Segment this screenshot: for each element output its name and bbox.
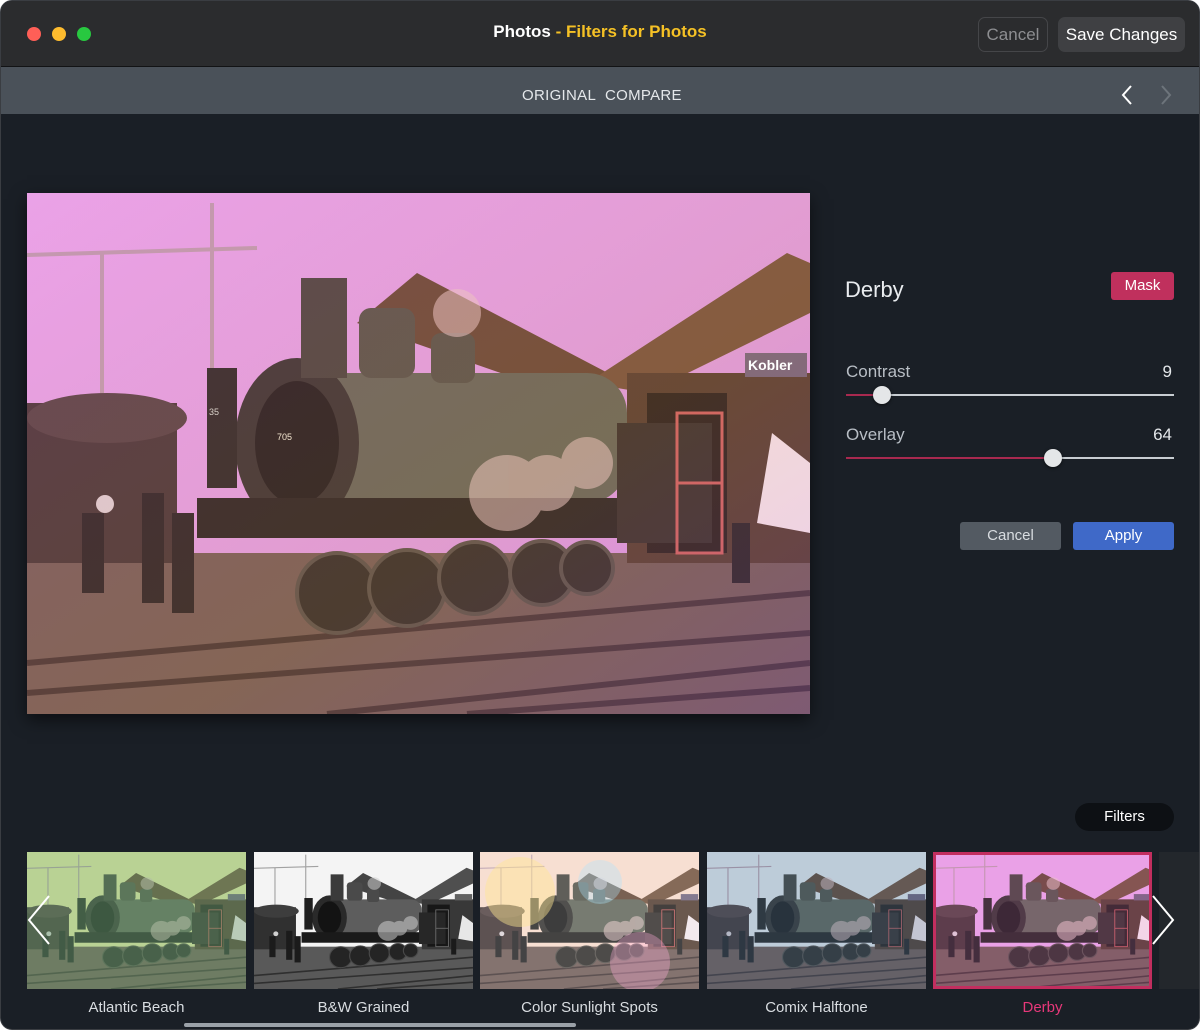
main-photo: 705 Kobler 35 bbox=[27, 193, 810, 714]
compare-bar: ORIGINAL COMPARE bbox=[1, 67, 1199, 114]
thumbnail-image bbox=[27, 852, 246, 989]
extension-name: Filters for Photos bbox=[565, 22, 707, 41]
mask-button[interactable]: Mask bbox=[1111, 272, 1174, 300]
thumbnail-bw-grained[interactable] bbox=[254, 852, 473, 989]
horizontal-scrollbar[interactable] bbox=[184, 1023, 576, 1027]
thumbnail-derby[interactable] bbox=[933, 852, 1152, 989]
contrast-value: 9 bbox=[1162, 362, 1172, 381]
thumbnail-image bbox=[707, 852, 926, 989]
thumbnail-comix-halftone[interactable] bbox=[707, 852, 926, 989]
chevron-left-icon[interactable] bbox=[1120, 84, 1134, 106]
contrast-label: Contrast bbox=[846, 362, 911, 381]
chevron-right-icon[interactable] bbox=[1159, 84, 1173, 106]
original-toggle[interactable]: ORIGINAL bbox=[522, 87, 596, 104]
photo-image: 705 Kobler 35 bbox=[27, 193, 810, 714]
thumbnail-color-sunlight-spots[interactable] bbox=[480, 852, 699, 989]
chevron-left-icon[interactable] bbox=[27, 894, 51, 946]
overlay-slider[interactable] bbox=[846, 449, 1174, 467]
filter-name: Derby bbox=[845, 277, 904, 302]
shed-sign: Kobler bbox=[748, 357, 793, 373]
cancel-button[interactable]: Cancel bbox=[978, 17, 1048, 52]
overlay-label: Overlay bbox=[846, 425, 905, 444]
compare-toggle[interactable]: COMPARE bbox=[605, 87, 682, 104]
apply-button[interactable]: Apply bbox=[1073, 522, 1174, 550]
app-window: Photos - Filters for Photos Cancel Save … bbox=[0, 0, 1200, 1030]
overlay-slider-thumb[interactable] bbox=[1043, 449, 1062, 467]
number-plate: 705 bbox=[277, 432, 292, 442]
app-name: Photos bbox=[493, 22, 551, 41]
thumbnail-image bbox=[933, 852, 1152, 989]
save-changes-button[interactable]: Save Changes bbox=[1058, 17, 1185, 52]
thumbnail-atlantic-beach[interactable] bbox=[27, 852, 246, 989]
contrast-slider[interactable] bbox=[846, 386, 1174, 404]
filters-tab[interactable]: Filters bbox=[1075, 803, 1174, 831]
thumbnail-label: Color Sunlight Spots bbox=[521, 999, 658, 1016]
thumbnail-label-selected: Derby bbox=[1022, 999, 1063, 1016]
thumbnail-image bbox=[254, 852, 473, 989]
title-separator: - bbox=[550, 22, 566, 41]
chevron-right-icon[interactable] bbox=[1151, 894, 1175, 946]
thumbnail-label: B&W Grained bbox=[317, 999, 410, 1016]
contrast-slider-thumb[interactable] bbox=[873, 386, 892, 404]
panel-cancel-button[interactable]: Cancel bbox=[960, 522, 1061, 550]
title-bar: Photos - Filters for Photos Cancel Save … bbox=[1, 1, 1199, 67]
overlay-value: 64 bbox=[1153, 425, 1172, 444]
overlay-slider-fill bbox=[846, 457, 1053, 459]
thumbnail-label: Comix Halftone bbox=[765, 999, 868, 1016]
thumbnail-label: Atlantic Beach bbox=[88, 999, 185, 1016]
thumbnail-image bbox=[480, 852, 699, 989]
side-number: 35 bbox=[209, 407, 219, 417]
